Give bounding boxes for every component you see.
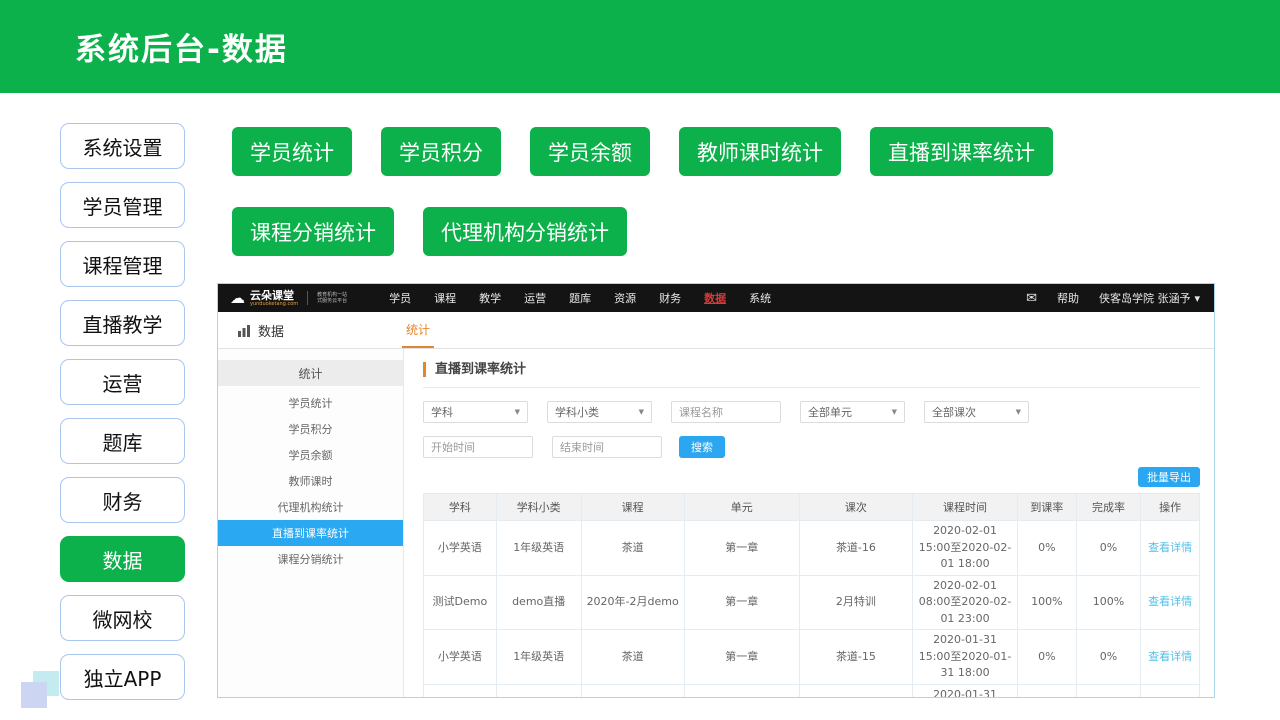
admin-tab-bar: 数据 统计: [218, 312, 1214, 349]
sidebar: 系统设置 学员管理 课程管理 直播教学 运营 题库 财务 数据 微网校 独立AP…: [60, 123, 185, 700]
chevron-down-icon: ▼: [639, 408, 644, 416]
sidebar-item-data[interactable]: 数据: [60, 536, 185, 582]
admin-main: 直播到课率统计 学科 ▼ 学科小类 ▼ 全部单元 ▼ 全部课次 ▼: [404, 349, 1214, 698]
side-item-course-distribution-stats[interactable]: 课程分销统计: [218, 546, 403, 572]
nav-item-system[interactable]: 系统: [749, 290, 771, 306]
view-details-link[interactable]: 查看详情: [1148, 650, 1192, 663]
nav-item-teaching[interactable]: 教学: [479, 290, 501, 306]
end-time-input[interactable]: [552, 436, 662, 458]
sidebar-item-micro-school[interactable]: 微网校: [60, 595, 185, 641]
decor-square-lavender: [21, 682, 47, 708]
admin-body: 统计 学员统计 学员积分 学员余额 教师课时 代理机构统计 直播到课率统计 课程…: [218, 349, 1214, 698]
account-menu[interactable]: 侠客岛学院 张涵予 ▾: [1099, 290, 1200, 306]
admin-screenshot-panel: ☁ 云朵课堂 yunduoketang.com 教育机构一站 式服务云平台 学员…: [217, 283, 1215, 698]
admin-sidebar-header: 统计: [218, 360, 403, 386]
logo-domain: yunduoketang.com: [250, 302, 298, 307]
page-title: 系统后台-数据: [75, 24, 288, 69]
nav-item-courses[interactable]: 课程: [434, 290, 456, 306]
chevron-down-icon: ▼: [515, 408, 520, 416]
admin-nav-right: ✉ 帮助 侠客岛学院 张涵予 ▾: [1026, 290, 1202, 306]
table-row: 小学英语 1年级英语 茶道 第一章 茶道-15 2020-01-31 15:00…: [424, 630, 1200, 685]
admin-sidebar: 统计 学员统计 学员积分 学员余额 教师课时 代理机构统计 直播到课率统计 课程…: [218, 349, 404, 698]
subject-select[interactable]: 学科 ▼: [423, 401, 528, 423]
side-item-student-points[interactable]: 学员积分: [218, 416, 403, 442]
side-item-live-attendance-stats[interactable]: 直播到课率统计: [218, 520, 403, 546]
course-distribution-stats-button[interactable]: 课程分销统计: [232, 207, 394, 256]
help-link[interactable]: 帮助: [1057, 290, 1079, 306]
sidebar-item-system-settings[interactable]: 系统设置: [60, 123, 185, 169]
cloud-logo-icon: ☁: [230, 291, 245, 306]
student-balance-button[interactable]: 学员余额: [530, 127, 650, 176]
account-name: 侠客岛学院 张涵予: [1099, 290, 1191, 306]
chevron-down-icon: ▼: [1016, 408, 1021, 416]
lesson-select[interactable]: 全部课次 ▼: [924, 401, 1029, 423]
sidebar-item-live-teaching[interactable]: 直播教学: [60, 300, 185, 346]
admin-top-nav: ☁ 云朵课堂 yunduoketang.com 教育机构一站 式服务云平台 学员…: [218, 284, 1214, 312]
tab-statistics[interactable]: 统计: [402, 312, 434, 348]
quick-buttons: 学员统计 学员积分 学员余额 教师课时统计 直播到课率统计 课程分销统计 代理机…: [232, 127, 1212, 287]
table-row: 小学英语 1年级英语 茶道 第一章 茶道-16 2020-02-01 15:00…: [424, 521, 1200, 576]
agency-distribution-stats-button[interactable]: 代理机构分销统计: [423, 207, 627, 256]
quick-buttons-row-1: 学员统计 学员积分 学员余额 教师课时统计 直播到课率统计: [232, 127, 1212, 176]
teacher-hours-stats-button[interactable]: 教师课时统计: [679, 127, 841, 176]
logo: ☁ 云朵课堂 yunduoketang.com 教育机构一站 式服务云平台: [230, 290, 347, 307]
logo-tagline: 教育机构一站 式服务云平台: [317, 292, 347, 304]
logo-divider: [307, 291, 308, 305]
subject-sub-select[interactable]: 学科小类 ▼: [547, 401, 652, 423]
logo-name: 云朵课堂: [250, 290, 298, 301]
filter-row-2: 搜索: [423, 436, 1200, 458]
search-button[interactable]: 搜索: [679, 436, 725, 458]
quick-buttons-row-2: 课程分销统计 代理机构分销统计: [232, 207, 1212, 256]
side-item-teacher-hours[interactable]: 教师课时: [218, 468, 403, 494]
breadcrumb-label: 数据: [258, 321, 284, 340]
page-header: 系统后台-数据: [0, 0, 1280, 93]
side-item-student-balance[interactable]: 学员余额: [218, 442, 403, 468]
chevron-down-icon: ▼: [892, 408, 897, 416]
live-attendance-stats-button[interactable]: 直播到课率统计: [870, 127, 1053, 176]
start-time-input[interactable]: [423, 436, 533, 458]
attendance-table: 学科 学科小类 课程 单元 课次 课程时间 到课率 完成率 操作 小学英语 1年: [423, 493, 1200, 698]
student-stats-button[interactable]: 学员统计: [232, 127, 352, 176]
chart-icon: [237, 324, 252, 337]
nav-item-resources[interactable]: 资源: [614, 290, 636, 306]
breadcrumb: 数据: [218, 312, 284, 348]
table-header-row: 学科 学科小类 课程 单元 课次 课程时间 到课率 完成率 操作: [424, 494, 1200, 521]
student-points-button[interactable]: 学员积分: [381, 127, 501, 176]
table-row: 小学英语 1年级英语 寒假辅导 第一章 寒假辅导-5 2020-01-31 09…: [424, 684, 1200, 698]
sidebar-item-question-bank[interactable]: 题库: [60, 418, 185, 464]
nav-item-operations[interactable]: 运营: [524, 290, 546, 306]
side-item-student-stats[interactable]: 学员统计: [218, 390, 403, 416]
admin-nav-items: 学员 课程 教学 运营 题库 资源 财务 数据 系统: [389, 290, 771, 306]
sidebar-item-finance[interactable]: 财务: [60, 477, 185, 523]
nav-item-students[interactable]: 学员: [389, 290, 411, 306]
section-divider: [423, 387, 1200, 388]
section-title: 直播到课率统计: [423, 362, 1200, 377]
course-name-input[interactable]: [671, 401, 781, 423]
sidebar-item-standalone-app[interactable]: 独立APP: [60, 654, 185, 700]
batch-export-button[interactable]: 批量导出: [1138, 467, 1200, 487]
mail-icon[interactable]: ✉: [1026, 291, 1037, 306]
view-details-link[interactable]: 查看详情: [1148, 541, 1192, 554]
table-row: 测试Demo demo直播 2020年-2月demo 第一章 2月特训 2020…: [424, 575, 1200, 630]
unit-select[interactable]: 全部单元 ▼: [800, 401, 905, 423]
view-details-link[interactable]: 查看详情: [1148, 595, 1192, 608]
filter-row-1: 学科 ▼ 学科小类 ▼ 全部单元 ▼ 全部课次 ▼: [423, 401, 1200, 423]
sidebar-item-course-management[interactable]: 课程管理: [60, 241, 185, 287]
nav-item-finance[interactable]: 财务: [659, 290, 681, 306]
nav-item-data[interactable]: 数据: [704, 290, 726, 306]
side-item-agency-stats[interactable]: 代理机构统计: [218, 494, 403, 520]
sidebar-item-student-management[interactable]: 学员管理: [60, 182, 185, 228]
sidebar-item-operations[interactable]: 运营: [60, 359, 185, 405]
nav-item-question-bank[interactable]: 题库: [569, 290, 591, 306]
chevron-down-icon: ▾: [1194, 292, 1200, 305]
